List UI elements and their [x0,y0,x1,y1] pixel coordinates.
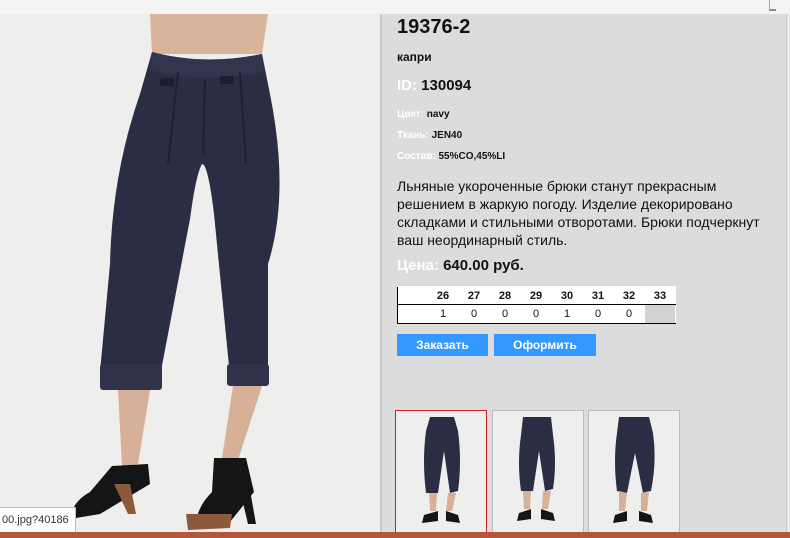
price-label: Цена: [397,257,439,274]
quantity-cell[interactable]: 0 [458,304,490,324]
product-code: 19376-2 [397,16,471,38]
size-cell: 27 [458,286,490,305]
attr-composition: Состав: 55%CO,45%LI [397,151,505,162]
thumbnail-front-alt[interactable] [492,410,584,534]
size-cell: 28 [489,286,521,305]
column-divider [380,14,382,532]
thumbnail-image [613,417,655,523]
product-description: Льняные укороченные брюки станут прекрас… [397,178,760,248]
quantity-cell[interactable]: 0 [613,304,645,324]
size-cell: 30 [551,286,583,305]
text-cursor-icon [769,0,776,11]
attr-fabric: Ткань: JEN40 [397,130,462,141]
quantity-cell[interactable]: 1 [551,304,583,324]
attr-color: Цвет: navy [397,109,450,120]
size-cell: 26 [427,286,459,305]
product-price: Цена: 640.00 руб. [397,257,524,274]
scrollbar[interactable] [786,14,790,532]
size-header-row: 26 27 28 29 30 31 32 33 [397,286,676,305]
quantity-cell[interactable]: 0 [520,304,552,324]
size-corner-cell [397,286,428,305]
attr-color-label: Цвет: [397,109,424,120]
quantity-cell-unavailable [644,304,676,324]
attr-color-value: navy [426,109,450,120]
thumbnail-front[interactable] [395,410,487,534]
quantity-cell[interactable]: 1 [427,304,459,324]
product-id-label: ID: [397,77,417,94]
product-id-value: 130094 [421,77,472,94]
product-id: ID: 130094 [397,77,471,94]
pants-illustration [0,14,380,532]
quantity-cell[interactable]: 0 [582,304,614,324]
thumbnail-image [517,417,555,521]
main-product-photo[interactable] [0,14,380,532]
quantity-row: 1 0 0 0 1 0 0 [397,304,676,324]
thumbnail-back[interactable] [588,410,680,534]
order-button[interactable]: Заказать [397,334,488,356]
status-url-tooltip: 00.jpg?40186 [0,507,76,533]
bottom-border [0,532,790,538]
size-cell: 32 [613,286,645,305]
quantity-cell[interactable]: 0 [489,304,521,324]
attr-fabric-label: Ткань: [397,130,429,141]
attr-composition-value: 55%CO,45%LI [438,151,506,162]
product-type: капри [397,50,432,64]
size-cell: 33 [644,286,676,305]
attr-composition-label: Состав: [397,151,436,162]
size-cell: 31 [582,286,614,305]
quantity-corner-cell [397,304,428,324]
checkout-button[interactable]: Оформить [494,334,596,356]
thumbnail-image [422,417,460,523]
size-table: 26 27 28 29 30 31 32 33 1 0 0 0 1 0 0 [397,286,676,324]
price-value: 640.00 руб. [443,257,524,274]
attr-fabric-value: JEN40 [431,130,463,141]
browser-top-strip [0,0,790,14]
size-cell: 29 [520,286,552,305]
